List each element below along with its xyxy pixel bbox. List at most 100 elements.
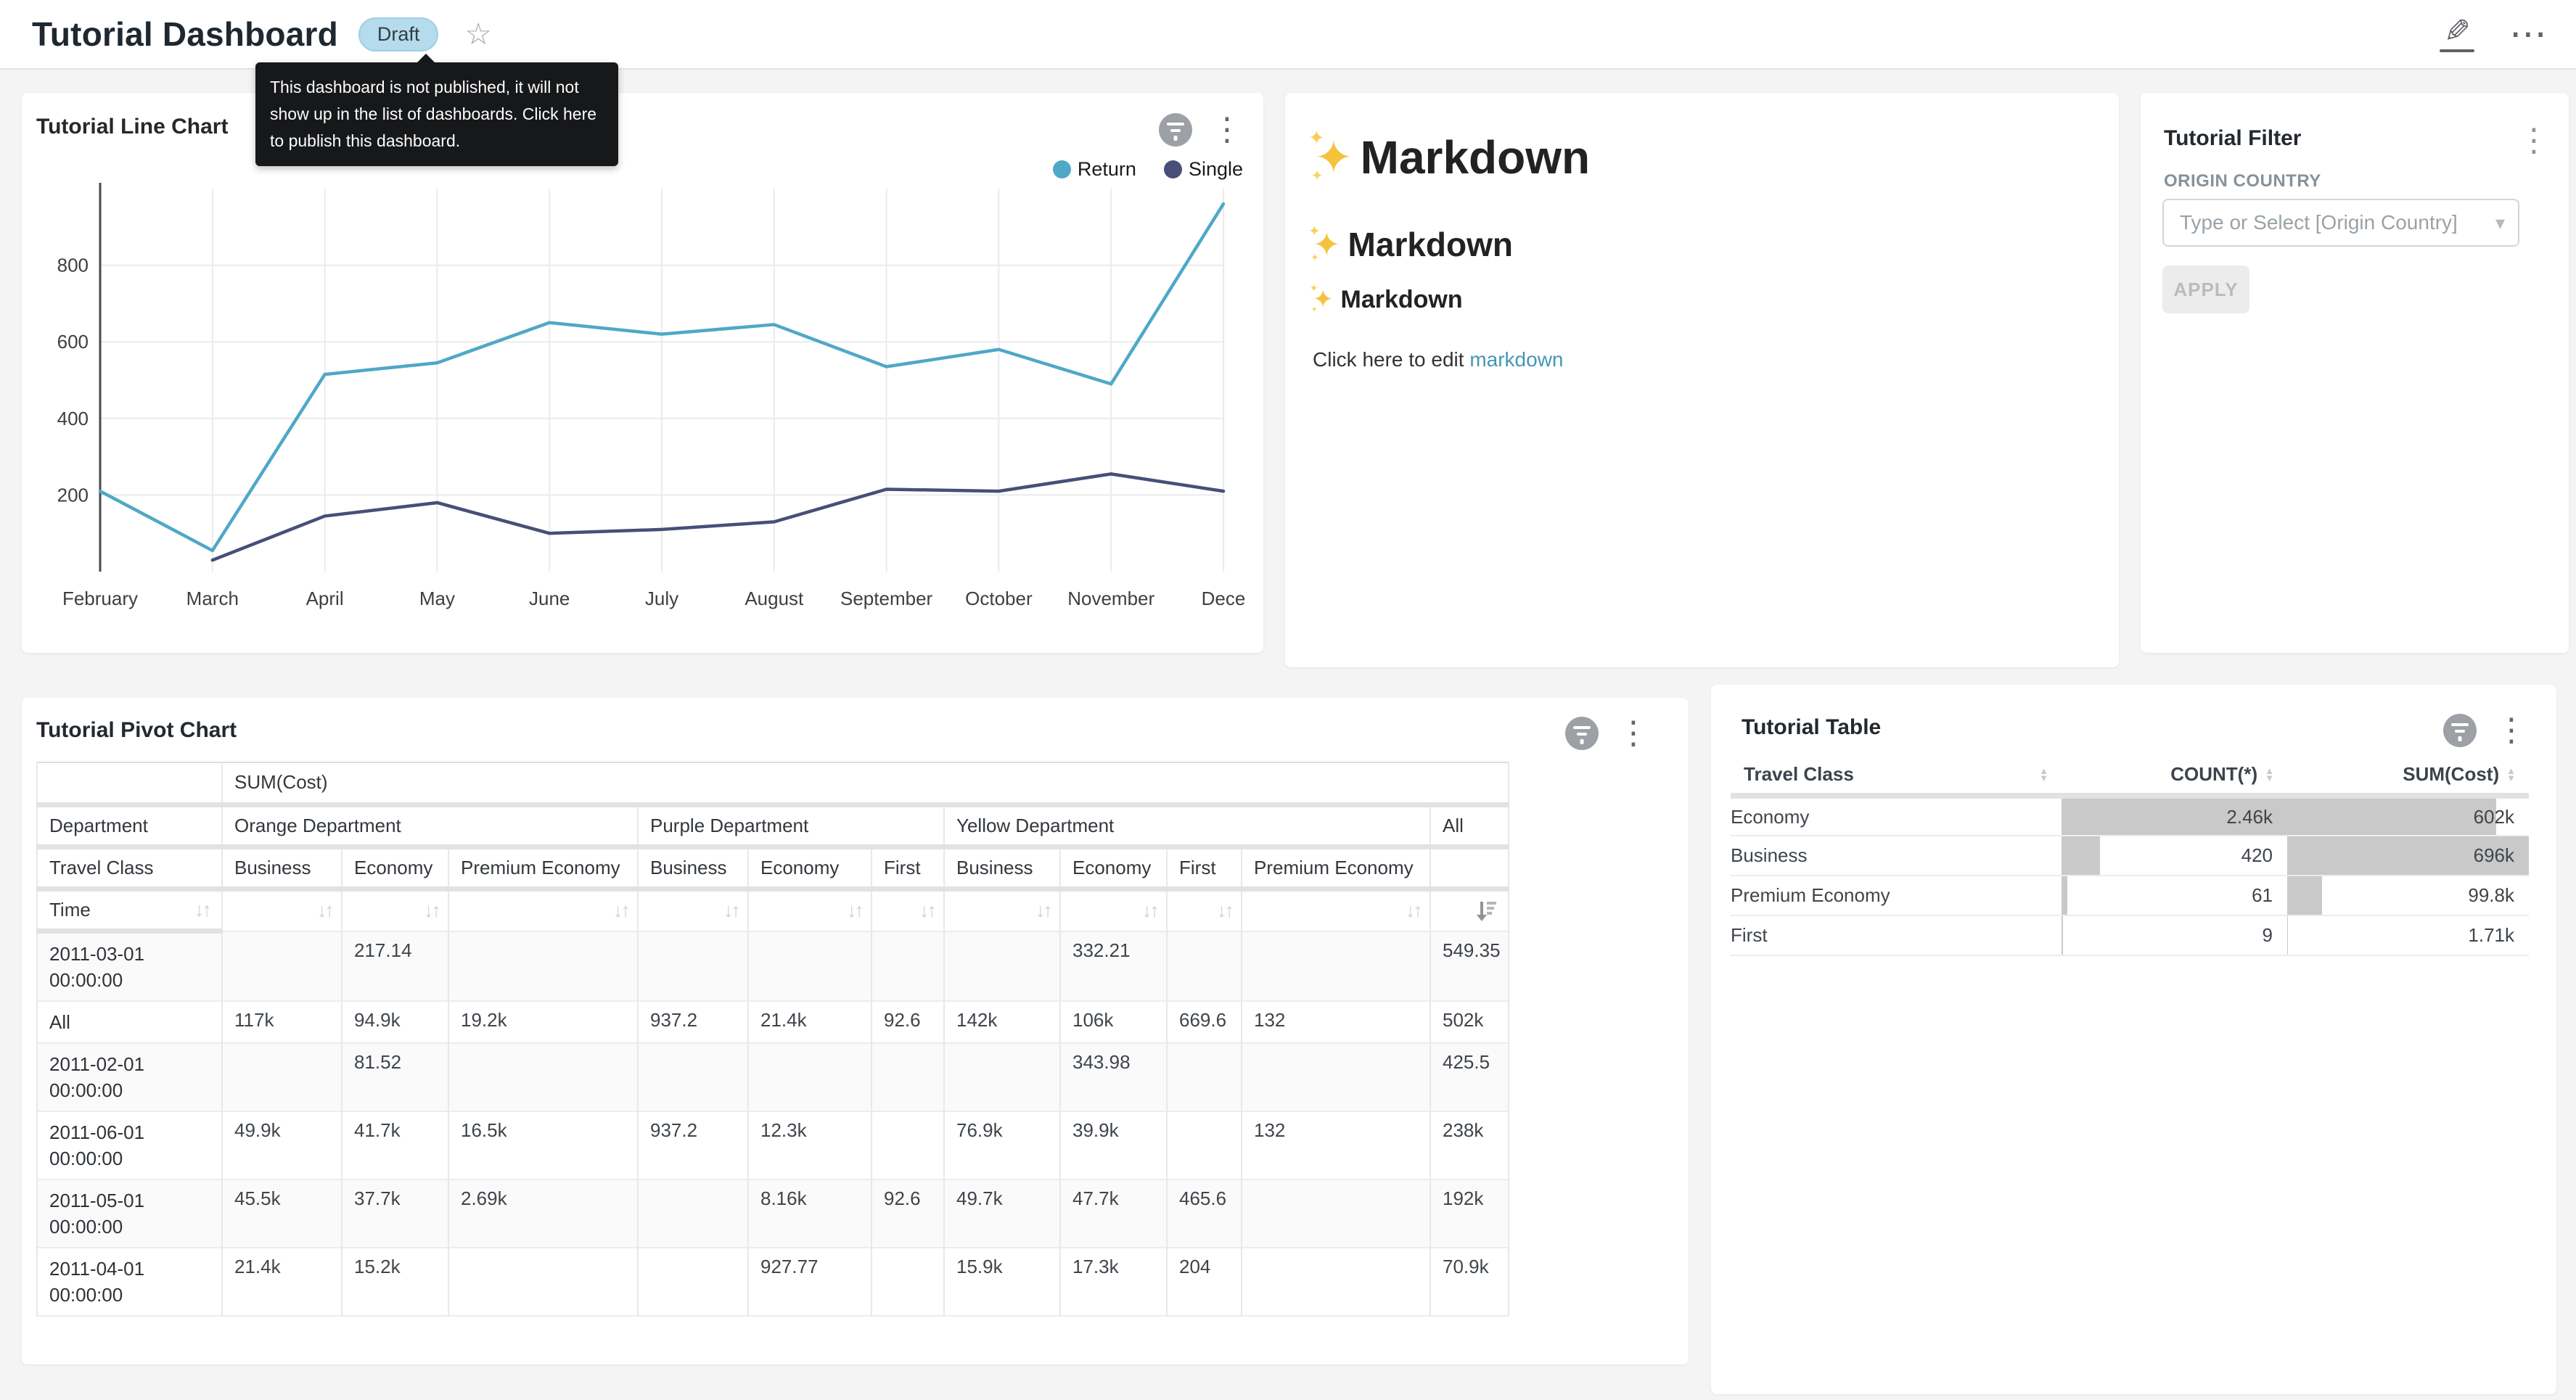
- table-header-row: Travel Class▲▼ COUNT(*)▲▼ SUM(Cost)▲▼: [1731, 756, 2529, 796]
- pivot-corner-cell: [37, 762, 222, 804]
- svg-text:February: February: [62, 588, 138, 609]
- tutorial-pivot-chart-card: Tutorial Pivot Chart ⋮ SUM(Cost) Departm…: [22, 698, 1689, 1364]
- pivot-chart-title: Tutorial Pivot Chart: [36, 718, 237, 743]
- sort-icon: ↓↑: [424, 899, 439, 921]
- table-row[interactable]: First 9 1.71k: [1731, 915, 2529, 955]
- table-card-title: Tutorial Table: [1742, 715, 1881, 740]
- svg-text:September: September: [840, 588, 933, 609]
- dashboard-header: Tutorial Dashboard Draft ☆ ✎ ⋯: [0, 0, 2576, 70]
- pivot-row: 2011-06-01 00:00:00 49.9k 41.7k 16.5k 93…: [37, 1111, 1509, 1179]
- chart-legend: Return Single: [1053, 158, 1243, 181]
- col-header-count[interactable]: COUNT(*)▲▼: [2062, 756, 2287, 796]
- edit-dashboard-button[interactable]: ✎: [2440, 16, 2474, 52]
- line-chart-title: Tutorial Line Chart: [36, 115, 228, 139]
- filter-indicator-icon[interactable]: [1159, 113, 1192, 147]
- legend-item-return[interactable]: Return: [1053, 158, 1136, 181]
- filter-card-title: Tutorial Filter: [2164, 126, 2301, 151]
- pivot-row: 2011-02-01 00:00:00 81.52 343.98 425.5: [37, 1043, 1509, 1111]
- return-legend-dot: [1053, 160, 1071, 178]
- table-row[interactable]: Premium Economy 61 99.8k: [1731, 876, 2529, 915]
- sort-icon: ↓↑: [317, 899, 332, 921]
- pivot-dim-department: Department: [37, 804, 222, 847]
- table-row[interactable]: Business 420 696k: [1731, 836, 2529, 876]
- pivot-group-purple: Purple Department: [638, 804, 944, 847]
- pivot-department-row: Department Orange Department Purple Depa…: [37, 804, 1509, 847]
- chart-kebab-menu-icon[interactable]: ⋮: [2495, 715, 2527, 746]
- pencil-icon: ✎: [2444, 16, 2471, 48]
- line-chart-svg[interactable]: 200 400 600 800 February March April May June Jul…: [28, 178, 1258, 646]
- legend-item-single[interactable]: Single: [1164, 158, 1243, 181]
- svg-text:Dece: Dece: [1202, 588, 1246, 609]
- svg-text:400: 400: [57, 408, 89, 429]
- pivot-group-orange: Orange Department: [222, 804, 638, 847]
- sort-icon: ↓↑: [194, 899, 210, 921]
- table-row[interactable]: Economy 2.46k 602k: [1731, 796, 2529, 836]
- svg-text:800: 800: [57, 255, 89, 276]
- filter-indicator-icon[interactable]: [2443, 714, 2477, 747]
- pivot-dim-travel-class: Travel Class: [37, 847, 222, 889]
- dashboard-more-menu-icon[interactable]: ⋯: [2509, 15, 2547, 53]
- sort-icon: ▲▼: [2265, 767, 2274, 782]
- chart-kebab-menu-icon[interactable]: ⋮: [1211, 114, 1243, 146]
- sparkles-icon: ✦✦✦: [1313, 225, 1341, 264]
- svg-text:June: June: [529, 588, 570, 609]
- svg-text:October: October: [965, 588, 1033, 609]
- status-badge[interactable]: Draft: [358, 17, 439, 52]
- sparkles-icon: ✦✦✦: [1313, 285, 1334, 314]
- pivot-row: All 117k 94.9k 19.2k 937.2 21.4k 92.6 14…: [37, 1001, 1509, 1043]
- tutorial-table-card: Tutorial Table ⋮ Travel Class▲▼ COUNT(*)…: [1711, 685, 2556, 1394]
- apply-button[interactable]: APPLY: [2162, 265, 2249, 313]
- sort-icon: ↓↑: [1217, 899, 1232, 921]
- chart-kebab-menu-icon[interactable]: ⋮: [1617, 717, 1649, 749]
- svg-text:July: July: [645, 588, 678, 609]
- pivot-group-yellow: Yellow Department: [944, 804, 1430, 847]
- markdown-h2: ✦✦✦Markdown: [1313, 225, 1513, 264]
- pencil-underline: [2440, 49, 2474, 52]
- svg-text:March: March: [186, 588, 239, 609]
- svg-text:April: April: [306, 588, 344, 609]
- sort-icon: ↓↑: [1035, 899, 1051, 921]
- tutorial-line-chart-card: Tutorial Line Chart ⋮ Return Single 200 4…: [22, 93, 1263, 653]
- sparkles-icon: ✦✦✦: [1314, 131, 1353, 185]
- unpublished-tooltip[interactable]: This dashboard is not published, it will…: [255, 62, 618, 166]
- col-header-travel-class[interactable]: Travel Class▲▼: [1731, 756, 2062, 796]
- pivot-metric-header: SUM(Cost): [222, 762, 1509, 804]
- svg-text:May: May: [419, 588, 455, 609]
- svg-text:August: August: [745, 588, 804, 609]
- pivot-group-all: All: [1430, 804, 1509, 847]
- favorite-star-icon[interactable]: ☆: [464, 19, 492, 49]
- origin-country-label: ORIGIN COUNTRY: [2164, 171, 2321, 192]
- sort-icon: ▲▼: [2039, 767, 2048, 782]
- pivot-dim-time[interactable]: Time↓↑: [37, 889, 222, 931]
- sort-icon: ↓↑: [1406, 899, 1421, 921]
- sort-icon: ↓↑: [723, 899, 739, 921]
- pivot-row: 2011-03-01 00:00:00 217.14 332.21 549.35: [37, 931, 1509, 1002]
- sort-icon: ▲▼: [2506, 767, 2516, 782]
- markdown-paragraph: Click here to edit markdown: [1313, 348, 1564, 371]
- pivot-row: 2011-04-01 00:00:00 21.4k 15.2k 927.77 1…: [37, 1248, 1509, 1316]
- markdown-card[interactable]: ✦✦✦Markdown ✦✦✦Markdown ✦✦✦Markdown Clic…: [1285, 93, 2119, 667]
- pivot-row: 2011-05-01 00:00:00 45.5k 37.7k 2.69k 8.…: [37, 1179, 1509, 1248]
- origin-country-select[interactable]: Type or Select [Origin Country] ▾: [2162, 199, 2519, 247]
- page-title: Tutorial Dashboard: [32, 15, 338, 54]
- sort-icon: ↓↑: [847, 899, 862, 921]
- sort-icon: ↓↑: [1142, 899, 1157, 921]
- pivot-table: SUM(Cost) Department Orange Department P…: [36, 762, 1509, 1317]
- col-header-sum-cost[interactable]: SUM(Cost)▲▼: [2287, 756, 2529, 796]
- markdown-h1: ✦✦✦Markdown: [1314, 131, 1590, 185]
- data-table: Travel Class▲▼ COUNT(*)▲▼ SUM(Cost)▲▼ Ec…: [1731, 756, 2529, 956]
- sort-descending-icon: [1474, 899, 1499, 923]
- tutorial-filter-card: Tutorial Filter ⋮ ORIGIN COUNTRY Type or…: [2141, 93, 2569, 653]
- svg-text:200: 200: [57, 484, 89, 506]
- filter-indicator-icon[interactable]: [1565, 717, 1599, 750]
- markdown-h3: ✦✦✦Markdown: [1313, 285, 1463, 314]
- filter-kebab-menu-icon[interactable]: ⋮: [2518, 125, 2550, 157]
- sort-icon: ↓↑: [919, 899, 935, 921]
- single-legend-dot: [1164, 160, 1182, 178]
- svg-text:600: 600: [57, 331, 89, 353]
- svg-text:November: November: [1067, 588, 1154, 609]
- markdown-link[interactable]: markdown: [1469, 348, 1563, 371]
- pivot-metric-row: SUM(Cost): [37, 762, 1509, 804]
- chevron-down-icon: ▾: [2495, 212, 2505, 234]
- pivot-time-sort-row: Time↓↑ ↓↑ ↓↑ ↓↑ ↓↑ ↓↑ ↓↑ ↓↑ ↓↑ ↓↑ ↓↑: [37, 889, 1509, 931]
